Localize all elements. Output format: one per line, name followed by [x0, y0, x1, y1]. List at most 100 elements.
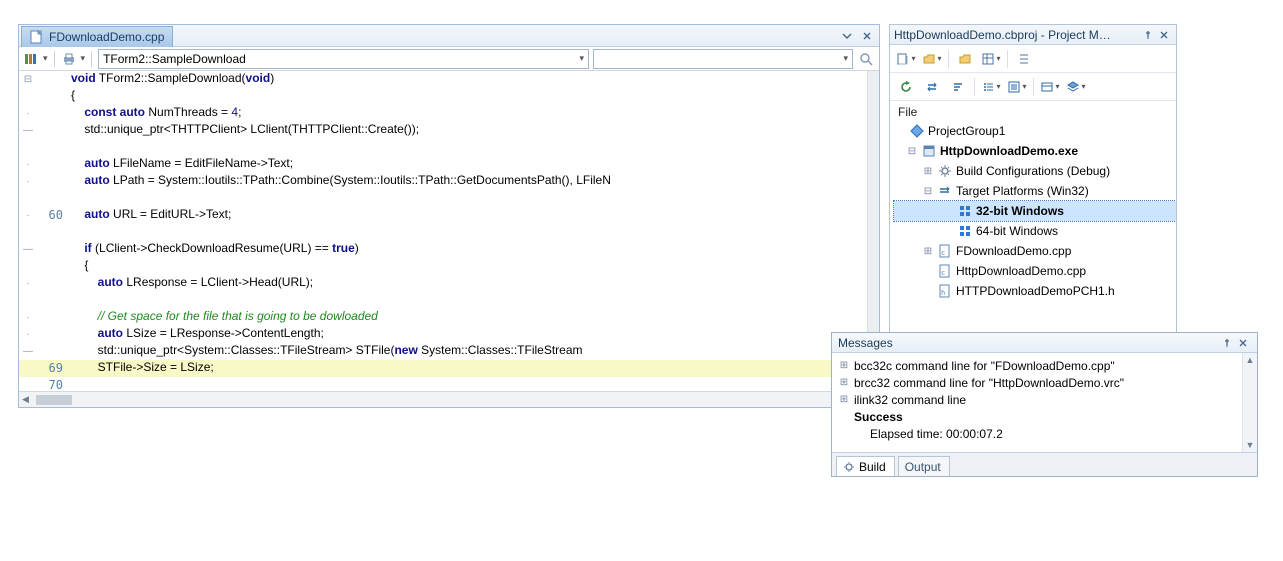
- code-line[interactable]: — std::unique_ptr<System::Classes::TFile…: [19, 343, 867, 360]
- scope-combo[interactable]: TForm2::SampleDownload ▾: [98, 49, 589, 69]
- sync-button[interactable]: [922, 77, 942, 97]
- print-icon[interactable]: [61, 51, 77, 67]
- code-text[interactable]: void TForm2::SampleDownload(void): [67, 71, 867, 88]
- code-text[interactable]: auto LFileName = EditFileName->Text;: [67, 156, 867, 173]
- fold-marker[interactable]: [19, 88, 37, 105]
- code-text[interactable]: [67, 224, 867, 241]
- tree-expander[interactable]: ⊟: [906, 146, 918, 157]
- tree-expander[interactable]: ⊟: [922, 186, 934, 197]
- code-line[interactable]: [19, 224, 867, 241]
- editor-tab-active[interactable]: FDownloadDemo.cpp: [21, 26, 173, 47]
- project-tree-item[interactable]: ⊞cFDownloadDemo.cpp: [894, 241, 1176, 261]
- project-tree-item[interactable]: hHTTPDownloadDemoPCH1.h: [894, 281, 1176, 301]
- message-expander[interactable]: ⊞: [838, 394, 850, 405]
- message-row[interactable]: ⊞ilink32 command line: [834, 391, 1240, 408]
- dropdown-arrow-icon[interactable]: ▾: [81, 53, 86, 64]
- code-text[interactable]: [67, 139, 867, 156]
- tree-expander[interactable]: ⊞: [922, 166, 934, 177]
- messages-tab-output[interactable]: Output: [898, 456, 950, 476]
- fold-marker[interactable]: ·: [19, 275, 37, 292]
- fold-marker[interactable]: [19, 258, 37, 275]
- tree-expander[interactable]: ⊞: [922, 246, 934, 257]
- code-text[interactable]: [67, 377, 867, 391]
- fold-marker[interactable]: —: [19, 343, 37, 360]
- message-row[interactable]: ⊞brcc32 command line for "HttpDownloadDe…: [834, 374, 1240, 391]
- fold-marker[interactable]: [19, 224, 37, 241]
- message-row[interactable]: ⊞bcc32c command line for "FDownloadDemo.…: [834, 357, 1240, 374]
- search-icon[interactable]: [857, 50, 875, 68]
- code-text[interactable]: std::unique_ptr<System::Classes::TFileSt…: [67, 343, 867, 360]
- code-text[interactable]: // Get space for the file that is going …: [67, 309, 867, 326]
- code-line[interactable]: [19, 190, 867, 207]
- project-tree-item[interactable]: ⊞Build Configurations (Debug): [894, 161, 1176, 181]
- code-text[interactable]: [67, 190, 867, 207]
- project-tree-item[interactable]: cHttpDownloadDemo.cpp: [894, 261, 1176, 281]
- expand-button[interactable]: [1014, 49, 1034, 69]
- code-line[interactable]: [19, 292, 867, 309]
- fold-marker[interactable]: [19, 377, 37, 391]
- close-tab-icon[interactable]: [859, 28, 875, 44]
- folder-button[interactable]: [955, 49, 975, 69]
- project-tree-item[interactable]: 32-bit Windows: [894, 201, 1176, 221]
- message-row[interactable]: Success: [834, 408, 1240, 425]
- code-line[interactable]: ⊟void TForm2::SampleDownload(void): [19, 71, 867, 88]
- fold-marker[interactable]: ·: [19, 207, 37, 224]
- code-text[interactable]: auto URL = EditURL->Text;: [67, 207, 867, 224]
- code-line[interactable]: · auto LResponse = LClient->Head(URL);: [19, 275, 867, 292]
- books-icon[interactable]: [23, 51, 39, 67]
- pin-icon[interactable]: [1219, 335, 1235, 351]
- code-text[interactable]: if (LClient->CheckDownloadResume(URL) ==…: [67, 241, 867, 258]
- fold-marker[interactable]: ·: [19, 326, 37, 343]
- chevron-down-icon[interactable]: [839, 28, 855, 44]
- code-line[interactable]: · auto LSize = LResponse->ContentLength;: [19, 326, 867, 343]
- code-text[interactable]: {: [67, 258, 867, 275]
- code-line[interactable]: — if (LClient->CheckDownloadResume(URL) …: [19, 241, 867, 258]
- code-text[interactable]: {: [67, 88, 867, 105]
- view-button[interactable]: [981, 49, 1001, 69]
- project-tree[interactable]: ProjectGroup1⊟HttpDownloadDemo.exe⊞Build…: [890, 119, 1176, 333]
- fold-marker[interactable]: [19, 139, 37, 156]
- code-line[interactable]: — std::unique_ptr<THTTPClient> LClient(T…: [19, 122, 867, 139]
- messages-scrollbar[interactable]: ▲▼: [1242, 353, 1257, 452]
- message-expander[interactable]: ⊞: [838, 377, 850, 388]
- code-line[interactable]: · const auto NumThreads = 4;: [19, 105, 867, 122]
- config-button[interactable]: [1040, 77, 1060, 97]
- add-file-button[interactable]: [896, 49, 916, 69]
- messages-tab-build[interactable]: Build: [836, 456, 895, 476]
- fold-marker[interactable]: —: [19, 122, 37, 139]
- code-line[interactable]: {: [19, 88, 867, 105]
- project-tree-item[interactable]: 64-bit Windows: [894, 221, 1176, 241]
- fold-marker[interactable]: —: [19, 241, 37, 258]
- layers-button[interactable]: [1066, 77, 1086, 97]
- list-view-button[interactable]: [981, 77, 1001, 97]
- code-line[interactable]: {: [19, 258, 867, 275]
- code-text[interactable]: std::unique_ptr<THTTPClient> LClient(THT…: [67, 122, 867, 139]
- add-folder-button[interactable]: [922, 49, 942, 69]
- member-combo[interactable]: ▾: [593, 49, 853, 69]
- code-text[interactable]: auto LPath = System::Ioutils::TPath::Com…: [67, 173, 867, 190]
- fold-marker[interactable]: [19, 360, 37, 377]
- code-line[interactable]: [19, 139, 867, 156]
- scrollbar-thumb[interactable]: [36, 395, 72, 405]
- project-tree-item[interactable]: ProjectGroup1: [894, 121, 1176, 141]
- pin-icon[interactable]: [1140, 27, 1156, 43]
- fold-marker[interactable]: [19, 190, 37, 207]
- filter-button[interactable]: [1007, 77, 1027, 97]
- code-line[interactable]: · auto LFileName = EditFileName->Text;: [19, 156, 867, 173]
- code-text[interactable]: const auto NumThreads = 4;: [67, 105, 867, 122]
- refresh-button[interactable]: [896, 77, 916, 97]
- code-area[interactable]: ⊟void TForm2::SampleDownload(void){· con…: [19, 71, 879, 391]
- code-line[interactable]: · // Get space for the file that is goin…: [19, 309, 867, 326]
- close-icon[interactable]: [1235, 335, 1251, 351]
- fold-marker[interactable]: ·: [19, 105, 37, 122]
- horizontal-scrollbar[interactable]: ◀: [19, 391, 879, 407]
- project-tree-item[interactable]: ⊟HttpDownloadDemo.exe: [894, 141, 1176, 161]
- code-line[interactable]: 69 STFile->Size = LSize;: [19, 360, 867, 377]
- project-tree-item[interactable]: ⊟Target Platforms (Win32): [894, 181, 1176, 201]
- sort-button[interactable]: [948, 77, 968, 97]
- fold-marker[interactable]: ·: [19, 309, 37, 326]
- fold-marker[interactable]: ·: [19, 173, 37, 190]
- message-expander[interactable]: ⊞: [838, 360, 850, 371]
- dropdown-arrow-icon[interactable]: ▾: [43, 53, 48, 64]
- code-text[interactable]: auto LSize = LResponse->ContentLength;: [67, 326, 867, 343]
